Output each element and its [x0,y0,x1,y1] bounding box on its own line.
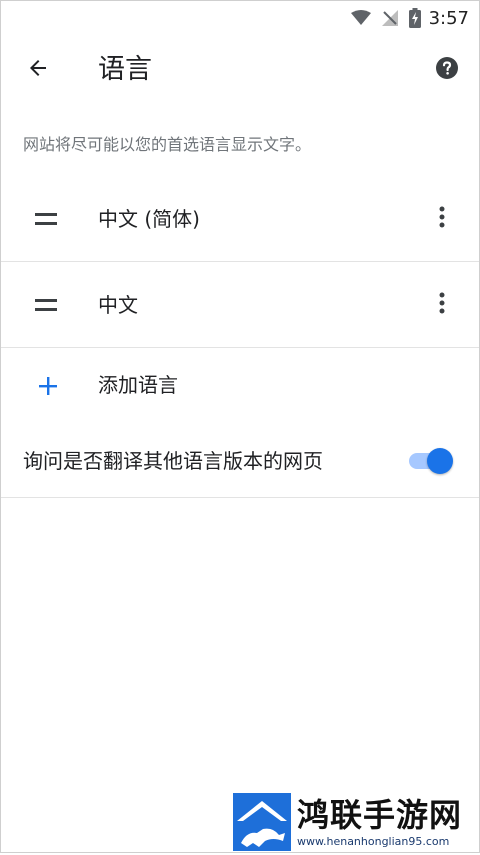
watermark-name: 鸿联手游网 [297,796,463,834]
plus-icon [37,375,59,397]
language-item[interactable]: 中文 (简体) [1,177,479,262]
site-watermark: 鸿联手游网 www.henanhonglian95.com [233,793,473,853]
add-language-button[interactable]: 添加语言 [1,349,479,423]
screen-frame: 3:57 语言 网站将尽可能以您的首选语言显示文字。 中文 (简体) 中文 添加… [0,0,480,853]
wifi-icon [350,10,371,26]
more-vert-icon [439,292,445,318]
language-item[interactable]: 中文 [1,263,479,348]
status-clock: 3:57 [428,7,469,29]
translate-offer-label: 询问是否翻译其他语言版本的网页 [23,449,323,473]
arrow-back-icon [26,56,50,84]
translate-offer-switch[interactable] [409,447,453,474]
drag-handle-icon[interactable] [35,299,57,311]
page-description: 网站将尽可能以您的首选语言显示文字。 [23,135,312,154]
no-signal-icon [381,9,399,27]
help-button[interactable] [435,56,459,84]
help-circle-icon [435,56,459,84]
language-label: 中文 [98,293,138,317]
language-label: 中文 (简体) [98,207,200,231]
more-options-button[interactable] [427,205,457,233]
watermark-url: www.henanhonglian95.com [297,835,450,848]
back-button[interactable] [19,51,57,89]
app-bar: 语言 [1,35,479,105]
drag-handle-icon[interactable] [35,213,57,225]
status-bar: 3:57 [1,1,479,35]
watermark-logo-icon [233,793,291,851]
more-vert-icon [439,206,445,232]
more-options-button[interactable] [427,291,457,319]
switch-thumb [427,448,453,474]
translate-offer-row[interactable]: 询问是否翻译其他语言版本的网页 [1,423,479,498]
page-title: 语言 [98,54,152,85]
battery-charging-icon [408,8,421,28]
add-language-label: 添加语言 [98,373,178,397]
